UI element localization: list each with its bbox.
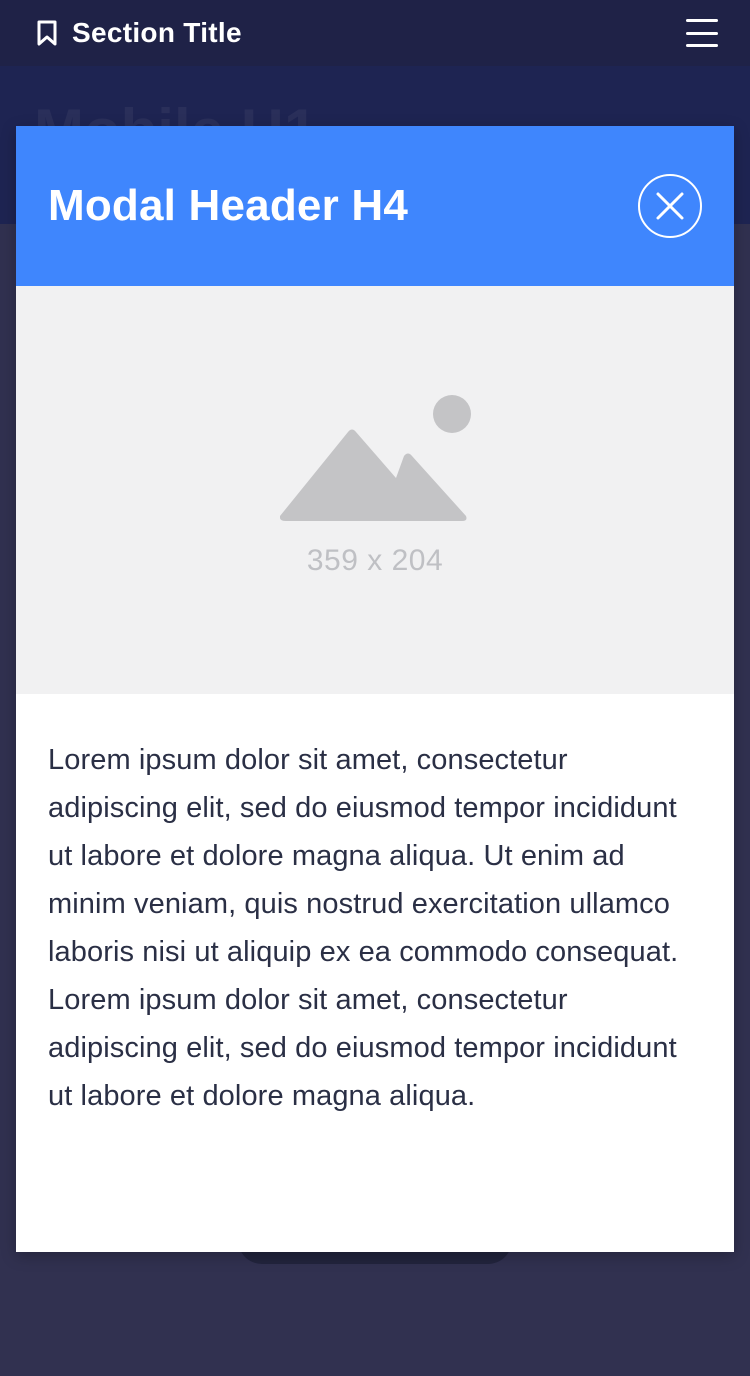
bookmark-icon[interactable] xyxy=(34,19,60,47)
modal-dialog: Modal Header H4 359 x 204 Lorem ipsum do… xyxy=(16,126,734,1252)
hamburger-menu-icon[interactable] xyxy=(686,19,718,47)
modal-body-text: Lorem ipsum dolor sit amet, consectetur … xyxy=(48,744,679,1112)
top-nav-bar: Section Title xyxy=(0,0,750,66)
image-placeholder: 359 x 204 xyxy=(16,286,734,694)
modal-title: Modal Header H4 xyxy=(48,181,408,230)
section-title: Section Title xyxy=(72,17,242,48)
image-size-label: 359 x 204 xyxy=(306,544,444,577)
close-icon xyxy=(656,192,684,220)
close-button[interactable] xyxy=(638,174,702,238)
modal-header: Modal Header H4 xyxy=(16,126,734,286)
image-placeholder-icon xyxy=(280,395,471,521)
